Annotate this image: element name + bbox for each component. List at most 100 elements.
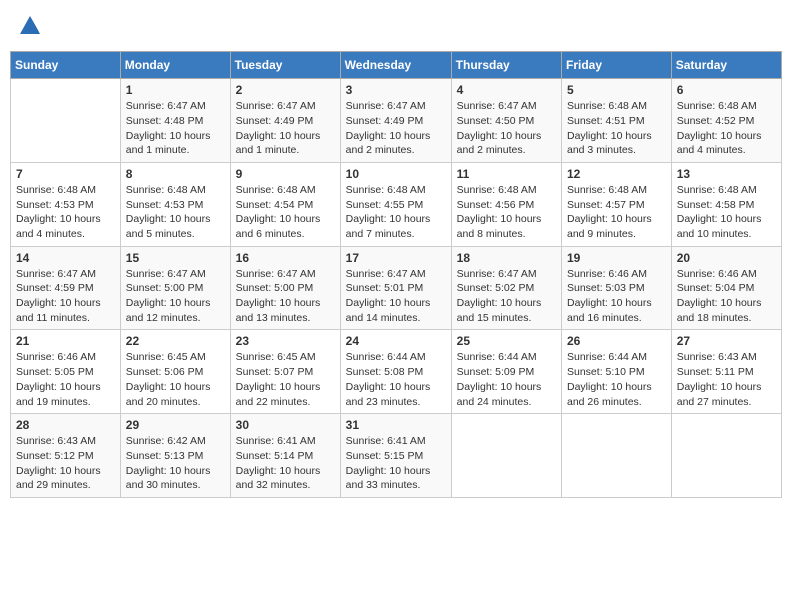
calendar-cell: 19 Sunrise: 6:46 AM Sunset: 5:03 PM Dayli… — [562, 246, 672, 330]
day-number: 6 — [677, 83, 776, 97]
day-info: Sunrise: 6:47 AM Sunset: 4:48 PM Dayligh… — [126, 99, 225, 158]
calendar-cell: 12Sunrise: 6:48 AM Sunset: 4:57 PM Dayli… — [562, 162, 672, 246]
calendar-week-row: 7 Sunrise: 6:48 AM Sunset: 4:53 PM Daylig… — [11, 162, 782, 246]
calendar-cell: 15 Sunrise: 6:47 AM Sunset: 5:00 PM Dayli… — [120, 246, 230, 330]
calendar-header-row: SundayMondayTuesdayWednesdayThursdayFrid… — [11, 52, 782, 79]
day-info: Sunrise: 6:48 AM Sunset: 4:52 PM Dayligh… — [677, 99, 776, 158]
day-number: 10 — [346, 167, 446, 181]
day-number: 30 — [236, 418, 335, 432]
calendar-week-row: 1 Sunrise: 6:47 AM Sunset: 4:48 PM Daylig… — [11, 79, 782, 163]
day-info: Sunrise: 6:47 AM Sunset: 5:00 PM Dayligh… — [236, 267, 335, 326]
day-number: 23 — [236, 334, 335, 348]
logo-icon — [16, 10, 44, 38]
page-header — [10, 10, 782, 43]
day-info: Sunrise: 6:47 AM Sunset: 4:49 PM Dayligh… — [236, 99, 335, 158]
calendar-cell: 2 Sunrise: 6:47 AM Sunset: 4:49 PM Daylig… — [230, 79, 340, 163]
day-number: 14 — [16, 251, 115, 265]
calendar-cell: 27 Sunrise: 6:43 AM Sunset: 5:11 PM Dayli… — [671, 330, 781, 414]
day-info: Sunrise: 6:48 AM Sunset: 4:53 PM Dayligh… — [126, 183, 225, 242]
calendar-cell — [11, 79, 121, 163]
day-number: 11 — [457, 167, 556, 181]
day-number: 2 — [236, 83, 335, 97]
day-info: Sunrise: 6:47 AM Sunset: 5:01 PM Dayligh… — [346, 267, 446, 326]
day-info: Sunrise: 6:45 AM Sunset: 5:06 PM Dayligh… — [126, 350, 225, 409]
day-number: 25 — [457, 334, 556, 348]
day-info: Sunrise: 6:47 AM Sunset: 4:49 PM Dayligh… — [346, 99, 446, 158]
day-info: Sunrise: 6:48 AM Sunset: 4:56 PM Dayligh… — [457, 183, 556, 242]
day-info: Sunrise: 6:46 AM Sunset: 5:04 PM Dayligh… — [677, 267, 776, 326]
calendar-cell: 28 Sunrise: 6:43 AM Sunset: 5:12 PM Dayli… — [11, 414, 121, 498]
calendar-cell: 24 Sunrise: 6:44 AM Sunset: 5:08 PM Dayli… — [340, 330, 451, 414]
day-number: 22 — [126, 334, 225, 348]
calendar-cell: 6 Sunrise: 6:48 AM Sunset: 4:52 PM Daylig… — [671, 79, 781, 163]
calendar-cell: 21 Sunrise: 6:46 AM Sunset: 5:05 PM Dayli… — [11, 330, 121, 414]
day-number: 20 — [677, 251, 776, 265]
calendar-cell — [671, 414, 781, 498]
day-number: 17 — [346, 251, 446, 265]
day-number: 28 — [16, 418, 115, 432]
day-info: Sunrise: 6:48 AM Sunset: 4:55 PM Dayligh… — [346, 183, 446, 242]
calendar-cell: 20 Sunrise: 6:46 AM Sunset: 5:04 PM Dayli… — [671, 246, 781, 330]
calendar-cell: 9 Sunrise: 6:48 AM Sunset: 4:54 PM Daylig… — [230, 162, 340, 246]
day-number: 19 — [567, 251, 666, 265]
day-of-week-header: Thursday — [451, 52, 561, 79]
day-number: 18 — [457, 251, 556, 265]
calendar-cell: 22 Sunrise: 6:45 AM Sunset: 5:06 PM Dayli… — [120, 330, 230, 414]
day-of-week-header: Saturday — [671, 52, 781, 79]
calendar-week-row: 21 Sunrise: 6:46 AM Sunset: 5:05 PM Dayli… — [11, 330, 782, 414]
calendar-cell: 8 Sunrise: 6:48 AM Sunset: 4:53 PM Daylig… — [120, 162, 230, 246]
day-info: Sunrise: 6:48 AM Sunset: 4:54 PM Dayligh… — [236, 183, 335, 242]
day-of-week-header: Wednesday — [340, 52, 451, 79]
calendar-cell: 31 Sunrise: 6:41 AM Sunset: 5:15 PM Dayli… — [340, 414, 451, 498]
day-number: 1 — [126, 83, 225, 97]
day-info: Sunrise: 6:47 AM Sunset: 5:02 PM Dayligh… — [457, 267, 556, 326]
day-number: 31 — [346, 418, 446, 432]
day-info: Sunrise: 6:43 AM Sunset: 5:11 PM Dayligh… — [677, 350, 776, 409]
day-info: Sunrise: 6:46 AM Sunset: 5:03 PM Dayligh… — [567, 267, 666, 326]
calendar-cell: 7 Sunrise: 6:48 AM Sunset: 4:53 PM Daylig… — [11, 162, 121, 246]
day-number: 5 — [567, 83, 666, 97]
calendar-cell: 10 Sunrise: 6:48 AM Sunset: 4:55 PM Dayli… — [340, 162, 451, 246]
calendar-cell: 5 Sunrise: 6:48 AM Sunset: 4:51 PM Daylig… — [562, 79, 672, 163]
day-info: Sunrise: 6:46 AM Sunset: 5:05 PM Dayligh… — [16, 350, 115, 409]
day-number: 26 — [567, 334, 666, 348]
calendar-cell: 3 Sunrise: 6:47 AM Sunset: 4:49 PM Daylig… — [340, 79, 451, 163]
day-info: Sunrise: 6:47 AM Sunset: 5:00 PM Dayligh… — [126, 267, 225, 326]
day-number: 24 — [346, 334, 446, 348]
day-info: Sunrise: 6:48 AM Sunset: 4:51 PM Dayligh… — [567, 99, 666, 158]
day-number: 8 — [126, 167, 225, 181]
day-number: 13 — [677, 167, 776, 181]
day-of-week-header: Tuesday — [230, 52, 340, 79]
calendar-cell: 25 Sunrise: 6:44 AM Sunset: 5:09 PM Dayli… — [451, 330, 561, 414]
day-info: Sunrise: 6:41 AM Sunset: 5:15 PM Dayligh… — [346, 434, 446, 493]
calendar-cell: 23 Sunrise: 6:45 AM Sunset: 5:07 PM Dayli… — [230, 330, 340, 414]
day-number: 3 — [346, 83, 446, 97]
calendar-cell — [562, 414, 672, 498]
day-info: Sunrise: 6:47 AM Sunset: 4:50 PM Dayligh… — [457, 99, 556, 158]
day-info: Sunrise: 6:44 AM Sunset: 5:09 PM Dayligh… — [457, 350, 556, 409]
day-number: 12 — [567, 167, 666, 181]
calendar-cell: 1 Sunrise: 6:47 AM Sunset: 4:48 PM Daylig… — [120, 79, 230, 163]
calendar-cell — [451, 414, 561, 498]
day-number: 29 — [126, 418, 225, 432]
day-number: 21 — [16, 334, 115, 348]
calendar-cell: 13Sunrise: 6:48 AM Sunset: 4:58 PM Dayli… — [671, 162, 781, 246]
day-info: Sunrise: 6:44 AM Sunset: 5:08 PM Dayligh… — [346, 350, 446, 409]
day-number: 16 — [236, 251, 335, 265]
day-info: Sunrise: 6:47 AM Sunset: 4:59 PM Dayligh… — [16, 267, 115, 326]
day-number: 9 — [236, 167, 335, 181]
day-number: 4 — [457, 83, 556, 97]
day-of-week-header: Monday — [120, 52, 230, 79]
day-info: Sunrise: 6:48 AM Sunset: 4:53 PM Dayligh… — [16, 183, 115, 242]
calendar-cell: 4 Sunrise: 6:47 AM Sunset: 4:50 PM Daylig… — [451, 79, 561, 163]
day-info: Sunrise: 6:45 AM Sunset: 5:07 PM Dayligh… — [236, 350, 335, 409]
day-info: Sunrise: 6:42 AM Sunset: 5:13 PM Dayligh… — [126, 434, 225, 493]
calendar-cell: 26Sunrise: 6:44 AM Sunset: 5:10 PM Dayli… — [562, 330, 672, 414]
logo — [14, 10, 44, 43]
day-number: 7 — [16, 167, 115, 181]
day-number: 15 — [126, 251, 225, 265]
day-info: Sunrise: 6:43 AM Sunset: 5:12 PM Dayligh… — [16, 434, 115, 493]
day-number: 27 — [677, 334, 776, 348]
day-of-week-header: Friday — [562, 52, 672, 79]
day-info: Sunrise: 6:41 AM Sunset: 5:14 PM Dayligh… — [236, 434, 335, 493]
